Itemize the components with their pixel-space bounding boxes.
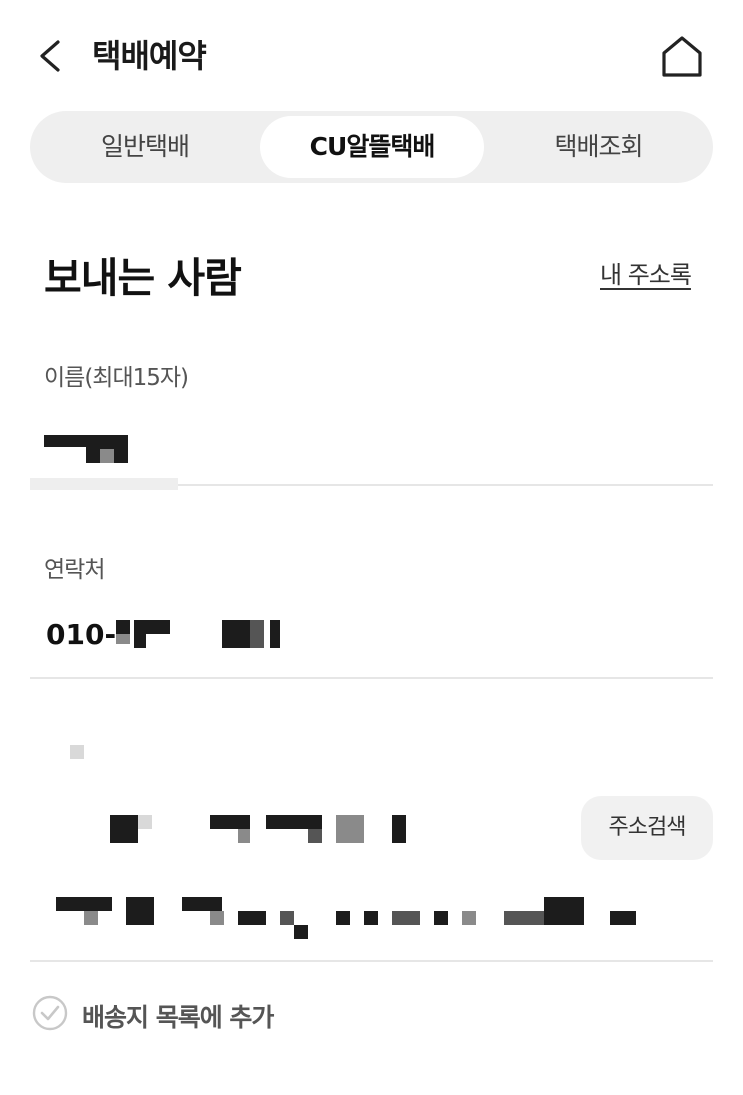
tab-cu-delivery[interactable]: CU알뜰택배 [260, 116, 484, 178]
back-button[interactable] [30, 34, 70, 78]
tab-bar: 일반택배 CU알뜰택배 택배조회 [30, 111, 713, 183]
address-search-button[interactable]: 주소검색 [581, 796, 713, 860]
add-to-list-checkbox[interactable] [32, 995, 68, 1031]
check-circle-icon [32, 995, 68, 1031]
name-label: 이름(최대15자) [44, 365, 189, 391]
page-title: 택배예약 [92, 37, 207, 75]
tab-delivery-tracking[interactable]: 택배조회 [484, 111, 713, 183]
name-underline-focus [30, 478, 178, 490]
home-icon [662, 36, 702, 77]
phone-underline [30, 677, 713, 679]
name-field[interactable] [30, 425, 713, 485]
section-title: 보내는 사람 [44, 254, 242, 302]
phone-label: 연락처 [44, 557, 105, 583]
address-book-link[interactable]: 내 주소록 [600, 255, 692, 290]
address-underline [30, 960, 713, 962]
phone-field[interactable]: 010- [30, 612, 713, 662]
home-button[interactable] [656, 30, 708, 82]
tab-general-delivery[interactable]: 일반택배 [30, 111, 260, 183]
phone-prefix: 010- [46, 618, 117, 651]
add-to-list-label[interactable]: 배송지 목록에 추가 [82, 998, 274, 1034]
chevron-left-icon [40, 40, 60, 72]
